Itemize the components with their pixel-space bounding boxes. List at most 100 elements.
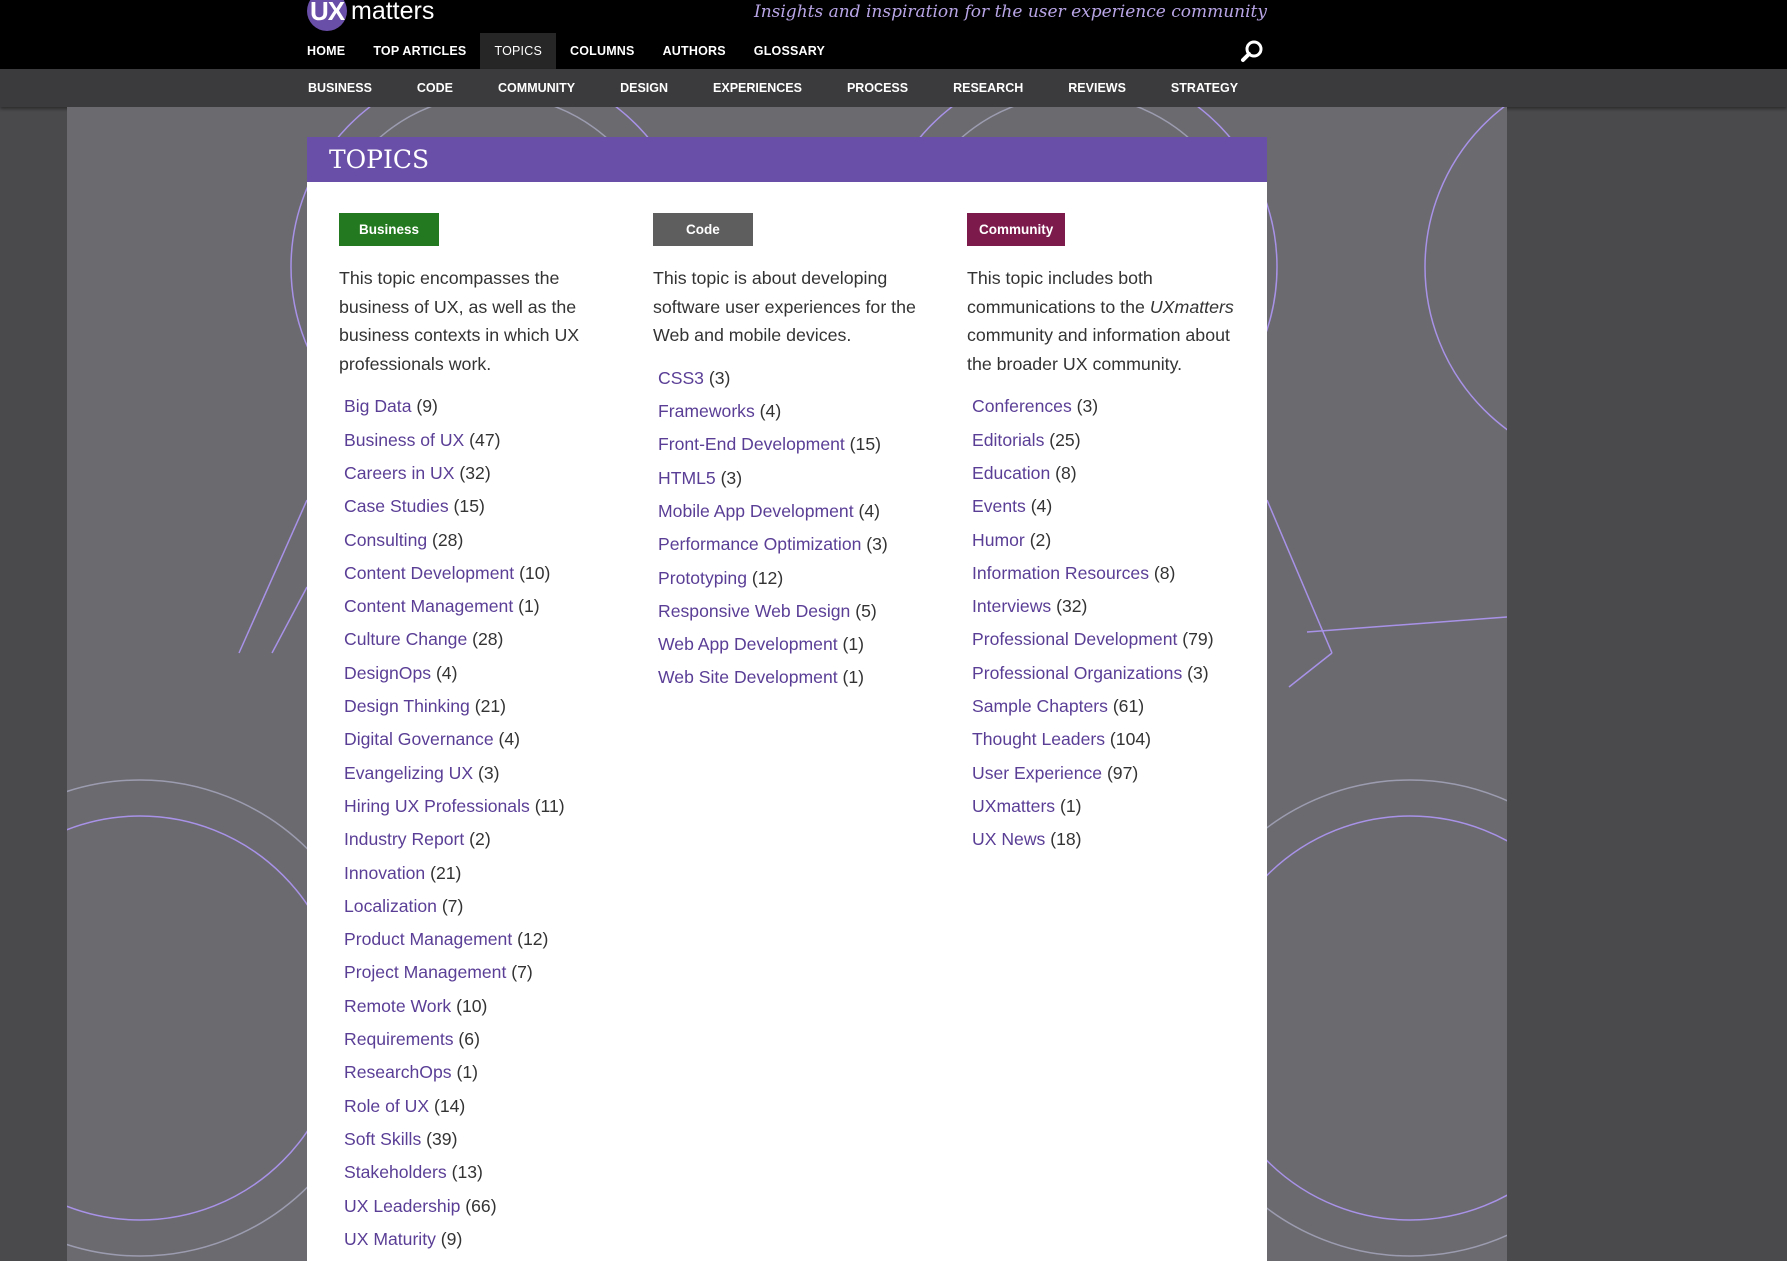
nav-topics[interactable]: TOPICS xyxy=(480,33,556,69)
list-item: Thought Leaders (104) xyxy=(972,723,1237,756)
subnav-strategy[interactable]: STRATEGY xyxy=(1171,69,1238,107)
list-item: Education (8) xyxy=(972,457,1237,490)
topic-link[interactable]: Industry Report xyxy=(344,829,464,849)
topic-link[interactable]: Evangelizing UX xyxy=(344,763,473,783)
topic-count: (7) xyxy=(441,895,464,916)
topic-count: (3) xyxy=(1076,396,1099,417)
topic-link[interactable]: Education xyxy=(972,463,1050,483)
topic-link[interactable]: Remote Work xyxy=(344,996,451,1016)
topic-link[interactable]: CSS3 xyxy=(658,368,704,388)
topic-link[interactable]: Responsive Web Design xyxy=(658,601,850,621)
topic-link[interactable]: Content Management xyxy=(344,596,513,616)
list-item: Web App Development (1) xyxy=(658,628,923,661)
topic-count: (3) xyxy=(477,762,500,783)
nav-home[interactable]: HOME xyxy=(293,33,359,69)
topic-link[interactable]: Conferences xyxy=(972,396,1072,416)
topic-link[interactable]: DesignOps xyxy=(344,663,431,683)
topic-link[interactable]: Hiring UX Professionals xyxy=(344,796,530,816)
subnav-code[interactable]: CODE xyxy=(417,69,453,107)
topic-link[interactable]: Innovation xyxy=(344,863,425,883)
logo-ux-mark: UX xyxy=(307,0,347,31)
topic-link[interactable]: Stakeholders xyxy=(344,1162,447,1182)
topic-link[interactable]: Editorials xyxy=(972,430,1044,450)
community-tag-button[interactable]: Community xyxy=(967,213,1066,246)
list-item: UX Leadership (66) xyxy=(344,1190,609,1223)
topic-count: (4) xyxy=(1030,496,1053,517)
topic-link[interactable]: Mobile App Development xyxy=(658,501,854,521)
topic-link[interactable]: Web Site Development xyxy=(658,667,838,687)
code-description: This topic is about developing software … xyxy=(653,268,916,346)
topic-link[interactable]: Localization xyxy=(344,896,437,916)
topic-link[interactable]: Role of UX xyxy=(344,1096,429,1116)
topic-link[interactable]: Product Management xyxy=(344,929,512,949)
topic-link[interactable]: UX News xyxy=(972,829,1045,849)
topic-link[interactable]: Requirements xyxy=(344,1029,454,1049)
topic-link[interactable]: Business of UX xyxy=(344,430,464,450)
topic-link[interactable]: ResearchOps xyxy=(344,1062,452,1082)
topic-link[interactable]: Content Development xyxy=(344,563,514,583)
topic-link[interactable]: Thought Leaders xyxy=(972,729,1105,749)
code-tag-button[interactable]: Code xyxy=(653,213,753,246)
topic-link[interactable]: Sample Chapters xyxy=(972,696,1108,716)
topic-count: (8) xyxy=(1055,462,1077,483)
topic-link[interactable]: HTML5 xyxy=(658,468,716,488)
topic-link[interactable]: Soft Skills xyxy=(344,1129,421,1149)
list-item: Case Studies (15) xyxy=(344,490,609,523)
topic-link[interactable]: Events xyxy=(972,496,1026,516)
topic-count: (1) xyxy=(456,1062,478,1083)
nav-top-articles[interactable]: TOP ARTICLES xyxy=(359,33,480,69)
topic-count: (1) xyxy=(842,634,865,655)
topic-link[interactable]: Frameworks xyxy=(658,401,755,421)
topic-link[interactable]: Humor xyxy=(972,530,1025,550)
topic-link[interactable]: Interviews xyxy=(972,596,1051,616)
topic-link[interactable]: Web App Development xyxy=(658,634,838,654)
topic-count: (66) xyxy=(465,1195,497,1216)
site-tagline: Insights and inspiration for the user ex… xyxy=(753,2,1267,22)
main-nav: HOME TOP ARTICLES TOPICS COLUMNS AUTHORS… xyxy=(0,33,1787,69)
subnav-business[interactable]: BUSINESS xyxy=(308,69,372,107)
topic-count: (15) xyxy=(453,496,485,517)
topic-count: (61) xyxy=(1112,696,1145,717)
subnav-community[interactable]: COMMUNITY xyxy=(498,69,575,107)
community-description: This topic includes both communications … xyxy=(967,264,1237,378)
list-item: Culture Change (28) xyxy=(344,623,609,656)
topic-link[interactable]: Professional Organizations xyxy=(972,663,1182,683)
business-tag-button[interactable]: Business xyxy=(339,213,440,246)
topic-link[interactable]: Information Resources xyxy=(972,563,1149,583)
topic-link[interactable]: Digital Governance xyxy=(344,729,494,749)
topic-link[interactable]: User Experience xyxy=(972,763,1102,783)
list-item: User Experience (97) xyxy=(972,757,1237,790)
list-item: Stakeholders (13) xyxy=(344,1156,609,1189)
topic-link[interactable]: Big Data xyxy=(344,396,411,416)
subnav-process[interactable]: PROCESS xyxy=(847,69,908,107)
uxmatters-logo[interactable]: UX matters xyxy=(307,0,434,31)
subnav-design[interactable]: DESIGN xyxy=(620,69,668,107)
subnav-research[interactable]: RESEARCH xyxy=(953,69,1023,107)
topic-count: (32) xyxy=(459,462,491,483)
topic-link[interactable]: Professional Development xyxy=(972,629,1177,649)
topic-link[interactable]: Culture Change xyxy=(344,629,467,649)
community-topic-list: Conferences (3) Editorials (25) Educatio… xyxy=(972,390,1237,856)
topic-link[interactable]: Case Studies xyxy=(344,496,449,516)
topic-link[interactable]: UX Maturity xyxy=(344,1229,436,1249)
subnav-experiences[interactable]: EXPERIENCES xyxy=(713,69,802,107)
nav-authors[interactable]: AUTHORS xyxy=(649,33,740,69)
search-icon[interactable] xyxy=(1240,39,1266,65)
nav-glossary[interactable]: GLOSSARY xyxy=(740,33,839,69)
topic-link[interactable]: UX Leadership xyxy=(344,1196,460,1216)
topic-column-community: Community This topic includes both commu… xyxy=(967,213,1237,857)
list-item: Editorials (25) xyxy=(972,424,1237,457)
list-item: Content Management (1) xyxy=(344,590,609,623)
topic-link[interactable]: Consulting xyxy=(344,530,427,550)
topic-link[interactable]: Front-End Development xyxy=(658,434,845,454)
topic-link[interactable]: Careers in UX xyxy=(344,463,455,483)
subnav-reviews[interactable]: REVIEWS xyxy=(1068,69,1126,107)
list-item: Professional Development (79) xyxy=(972,623,1237,656)
topic-count: (21) xyxy=(474,696,507,717)
topic-link[interactable]: Project Management xyxy=(344,962,506,982)
nav-columns[interactable]: COLUMNS xyxy=(556,33,649,69)
topic-link[interactable]: UXmatters xyxy=(972,796,1055,816)
topic-link[interactable]: Design Thinking xyxy=(344,696,470,716)
topic-link[interactable]: Prototyping xyxy=(658,568,747,588)
topic-link[interactable]: Performance Optimization xyxy=(658,534,861,554)
